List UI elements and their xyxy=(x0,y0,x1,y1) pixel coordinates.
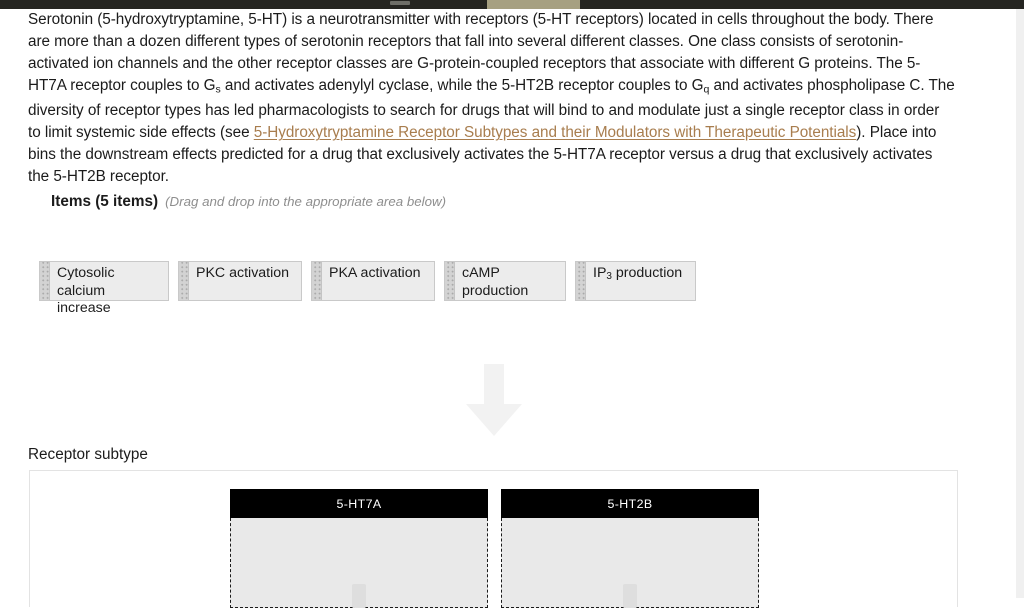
passage-text-part-2: and activates adenylyl cyclase, while th… xyxy=(220,77,704,94)
draggable-item[interactable]: PKC activation xyxy=(178,261,302,301)
bin-5ht2b[interactable]: 5-HT2B xyxy=(501,489,759,608)
draggable-item[interactable]: PKA activation xyxy=(311,261,435,301)
item-label-text: IP xyxy=(593,265,607,281)
draggable-item-label: cAMP production xyxy=(455,262,535,300)
drag-handle-icon[interactable] xyxy=(445,262,455,300)
arrow-down-icon xyxy=(465,364,523,437)
bins-category-label: Receptor subtype xyxy=(28,446,148,463)
draggable-item-label: PKC activation xyxy=(189,262,296,283)
drag-handle-icon[interactable] xyxy=(40,262,50,300)
browser-chrome-bar xyxy=(0,0,1024,9)
chrome-active-tab[interactable] xyxy=(487,0,580,9)
reference-link[interactable]: 5-Hydroxytryptamine Receptor Subtypes an… xyxy=(254,124,857,141)
item-label-text: Cytosolic calcium increase xyxy=(57,265,115,316)
question-content: Serotonin (5-hydroxytryptamine, 5-HT) is… xyxy=(0,9,1016,608)
items-tray: Cytosolic calcium increase PKC activatio… xyxy=(39,261,696,316)
bin-5ht7a[interactable]: 5-HT7A xyxy=(230,489,488,608)
bin-drop-zone[interactable] xyxy=(501,518,759,608)
bin-drop-placeholder xyxy=(352,584,366,608)
page-scrollbar-track[interactable] xyxy=(1016,9,1024,598)
item-label-text: PKA activation xyxy=(329,265,421,281)
bins-panel: 5-HT7A 5-HT2B xyxy=(29,470,958,608)
draggable-item-label: IP3 production xyxy=(586,262,689,286)
drag-handle-icon[interactable] xyxy=(576,262,586,300)
chrome-tab-indicator xyxy=(390,1,410,5)
drag-handle-icon[interactable] xyxy=(312,262,322,300)
bin-title: 5-HT7A xyxy=(230,489,488,518)
bin-drop-placeholder xyxy=(623,584,637,608)
drag-handle-icon[interactable] xyxy=(179,262,189,300)
question-passage: Serotonin (5-hydroxytryptamine, 5-HT) is… xyxy=(28,9,955,188)
item-label-text-tail: production xyxy=(611,265,683,281)
items-title: Items (5 items) xyxy=(51,193,159,210)
bin-drop-zone[interactable] xyxy=(230,518,488,608)
bins-row: 5-HT7A 5-HT2B xyxy=(230,489,759,608)
draggable-item[interactable]: IP3 production xyxy=(575,261,696,301)
item-label-text: cAMP production xyxy=(462,265,529,299)
draggable-item-label: PKA activation xyxy=(322,262,427,283)
draggable-item[interactable]: Cytosolic calcium increase xyxy=(39,261,169,316)
items-hint: (Drag and drop into the appropriate area… xyxy=(165,194,447,209)
items-header: Items (5 items) (Drag and drop into the a… xyxy=(51,193,446,211)
item-label-text: PKC activation xyxy=(196,265,290,281)
draggable-item-label: Cytosolic calcium increase xyxy=(50,262,168,318)
bin-title: 5-HT2B xyxy=(501,489,759,518)
draggable-item[interactable]: cAMP production xyxy=(444,261,566,301)
page-scrollbar-thumb[interactable] xyxy=(1016,18,1024,178)
